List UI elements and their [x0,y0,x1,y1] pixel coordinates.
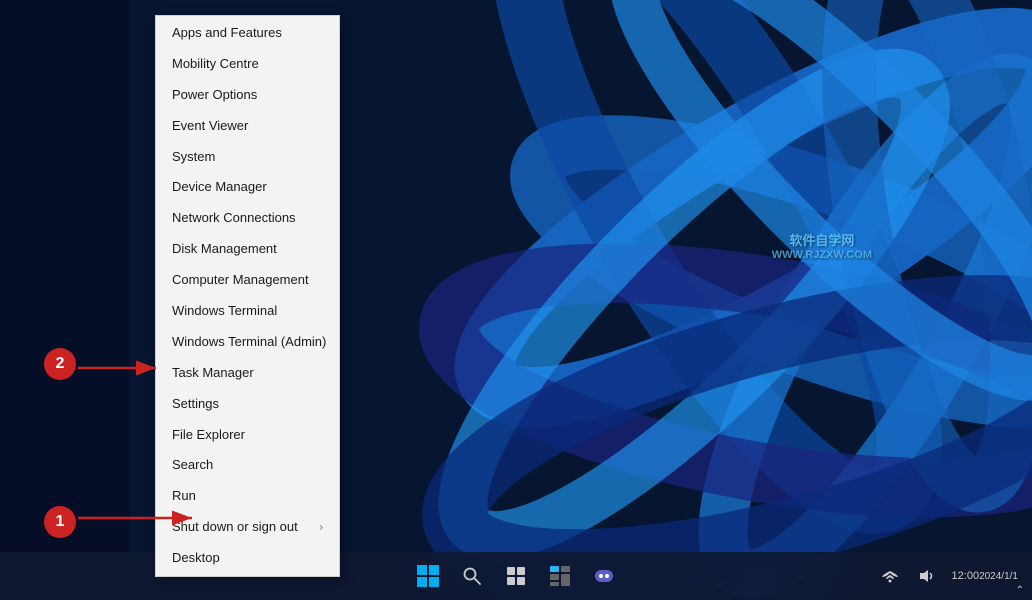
task-view-button[interactable] [496,556,536,596]
menu-item-disk-management[interactable]: Disk Management [156,234,339,265]
menu-item-windows-terminal[interactable]: Windows Terminal [156,296,339,327]
volume-tray-icon[interactable] [910,556,942,596]
arrow-annotation-2 [76,356,161,380]
menu-item-label-mobility-centre: Mobility Centre [172,56,259,73]
widgets-icon [549,565,571,587]
menu-item-label-apps-features: Apps and Features [172,25,282,42]
menu-item-label-windows-terminal: Windows Terminal [172,303,277,320]
menu-item-search[interactable]: Search [156,450,339,481]
search-icon [462,566,482,586]
chat-button[interactable] [584,556,624,596]
menu-item-desktop[interactable]: Desktop [156,543,339,574]
menu-item-label-computer-management: Computer Management [172,272,309,289]
menu-item-label-run: Run [172,488,196,505]
menu-item-label-windows-terminal-admin: Windows Terminal (Admin) [172,334,326,351]
arrow-annotation-1 [76,506,196,530]
menu-item-label-event-viewer: Event Viewer [172,118,248,135]
menu-item-task-manager[interactable]: Task Manager [156,358,339,389]
menu-item-label-network-connections: Network Connections [172,210,296,227]
menu-item-event-viewer[interactable]: Event Viewer [156,111,339,142]
start-button[interactable] [408,556,448,596]
menu-item-label-power-options: Power Options [172,87,257,104]
menu-item-settings[interactable]: Settings [156,389,339,420]
menu-item-arrow-shut-down-sign-out: › [320,521,323,534]
system-tray: 12:00 2024/1/1 [874,552,1032,600]
taskbar-search-button[interactable] [452,556,492,596]
taskbar-icons-group [408,556,624,596]
menu-item-label-search: Search [172,457,213,474]
network-tray-icon[interactable] [874,556,906,596]
menu-item-label-system: System [172,149,215,166]
menu-item-power-options[interactable]: Power Options [156,80,339,111]
menu-item-windows-terminal-admin[interactable]: Windows Terminal (Admin) [156,327,339,358]
menu-item-label-disk-management: Disk Management [172,241,277,258]
menu-item-mobility-centre[interactable]: Mobility Centre [156,49,339,80]
menu-item-file-explorer[interactable]: File Explorer [156,420,339,451]
menu-item-label-task-manager: Task Manager [172,365,254,382]
menu-item-network-connections[interactable]: Network Connections [156,203,339,234]
widgets-button[interactable] [540,556,580,596]
context-menu: Apps and Features Mobility Centre Power Op… [155,15,340,577]
menu-item-label-device-manager: Device Manager [172,179,267,196]
menu-item-label-file-explorer: File Explorer [172,427,245,444]
menu-item-computer-management[interactable]: Computer Management [156,265,339,296]
menu-item-label-settings: Settings [172,396,219,413]
menu-item-system[interactable]: System [156,142,339,173]
annotation-badge-2: 2 [44,348,76,380]
menu-item-apps-features[interactable]: Apps and Features [156,18,339,49]
windows-logo-icon [417,565,439,587]
menu-item-label-desktop: Desktop [172,550,220,567]
menu-item-device-manager[interactable]: Device Manager [156,172,339,203]
annotation-badge-1: 1 [44,506,76,538]
task-view-icon [506,566,526,586]
show-hidden-icons-button[interactable]: ⌃ [1012,581,1028,600]
watermark: 软件自学网 WWW.RJZXW.COM [772,230,872,261]
chat-icon [593,565,615,587]
